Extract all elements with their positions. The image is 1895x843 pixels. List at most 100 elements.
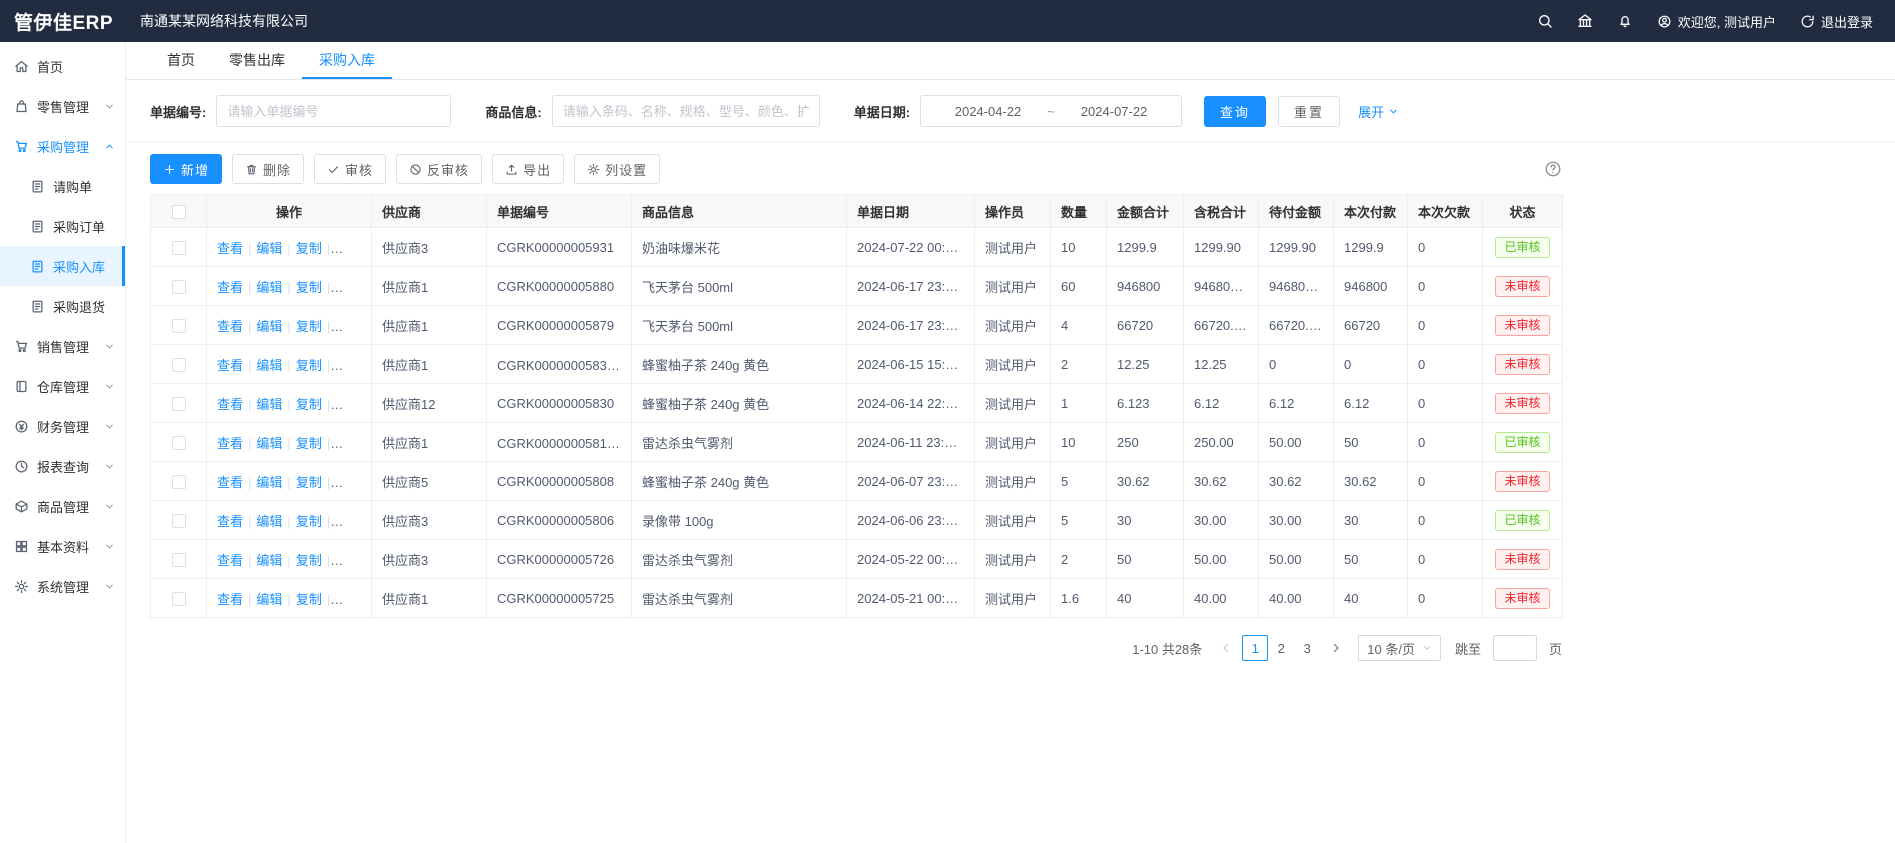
cell-amount-total: 946800 <box>1107 267 1184 306</box>
row-action-edit[interactable]: 编辑 <box>256 553 282 568</box>
bill-no-input[interactable] <box>216 95 451 127</box>
row-action-view[interactable]: 查看 <box>217 319 243 334</box>
row-action-view[interactable]: 查看 <box>217 241 243 256</box>
row-checkbox[interactable] <box>172 397 186 411</box>
row-checkbox[interactable] <box>172 475 186 489</box>
row-action-copy[interactable]: 复制 <box>296 358 322 373</box>
row-action-view[interactable]: 查看 <box>217 397 243 412</box>
row-action-view[interactable]: 查看 <box>217 592 243 607</box>
bell-icon[interactable] <box>1617 13 1633 29</box>
export-button[interactable]: 导出 <box>492 154 564 184</box>
row-checkbox[interactable] <box>172 358 186 372</box>
row-action-edit[interactable]: 编辑 <box>256 241 282 256</box>
row-action-copy[interactable]: 复制 <box>296 319 322 334</box>
reset-button[interactable]: 重置 <box>1278 96 1340 127</box>
row-action-edit[interactable]: 编辑 <box>256 475 282 490</box>
row-checkbox[interactable] <box>172 514 186 528</box>
tab-purchase-inbound[interactable]: 采购入库 <box>302 42 392 79</box>
row-action-copy[interactable]: 复制 <box>296 241 322 256</box>
cell-operator: 测试用户 <box>975 384 1051 423</box>
row-action-edit[interactable]: 编辑 <box>256 358 282 373</box>
select-all-checkbox[interactable] <box>172 205 186 219</box>
table-row: 查看|编辑|复制|删除 供应商3 CGRK00000005806 录像带 100… <box>151 501 1563 540</box>
row-action-view[interactable]: 查看 <box>217 358 243 373</box>
welcome-user[interactable]: 欢迎您, 测试用户 <box>1657 12 1776 31</box>
sidebar-item-sales[interactable]: 销售管理 <box>0 326 125 366</box>
row-action-edit[interactable]: 编辑 <box>256 319 282 334</box>
date-to-value[interactable]: 2024-07-22 <box>1081 104 1148 119</box>
row-action-copy[interactable]: 复制 <box>296 592 322 607</box>
audit-button[interactable]: 审核 <box>314 154 386 184</box>
row-checkbox[interactable] <box>172 280 186 294</box>
sidebar-item-purchase-order[interactable]: 采购订单 <box>0 206 125 246</box>
row-action-edit[interactable]: 编辑 <box>256 436 282 451</box>
cell-paid-amount: 30 <box>1334 501 1408 540</box>
sidebar-item-warehouse[interactable]: 仓库管理 <box>0 366 125 406</box>
jump-page-input[interactable] <box>1493 635 1537 661</box>
search-icon[interactable] <box>1537 13 1553 29</box>
sidebar-item-retail[interactable]: 零售管理 <box>0 86 125 126</box>
column-header: 金额合计 <box>1107 195 1184 228</box>
cell-status: 未审核 <box>1483 579 1563 618</box>
row-action-edit[interactable]: 编辑 <box>256 397 282 412</box>
row-action-copy[interactable]: 复制 <box>296 280 322 295</box>
tab-retail-outbound[interactable]: 零售出库 <box>212 42 302 79</box>
sidebar-item-purchase-inbound[interactable]: 采购入库 <box>0 246 125 286</box>
product-info-input[interactable] <box>552 95 820 127</box>
help-icon[interactable] <box>1544 160 1562 178</box>
unaudit-button[interactable]: 反审核 <box>396 154 482 184</box>
row-action-edit[interactable]: 编辑 <box>256 592 282 607</box>
cell-tax-total: 40.00 <box>1184 579 1259 618</box>
page-button-3[interactable]: 3 <box>1294 635 1320 661</box>
row-action-view[interactable]: 查看 <box>217 553 243 568</box>
page-button-1[interactable]: 1 <box>1242 635 1268 661</box>
action-separator: | <box>248 436 251 451</box>
prev-page-button[interactable] <box>1216 642 1236 654</box>
bank-icon[interactable] <box>1577 13 1593 29</box>
row-action-copy[interactable]: 复制 <box>296 514 322 529</box>
row-action-copy[interactable]: 复制 <box>296 475 322 490</box>
tab-home[interactable]: 首页 <box>150 42 212 79</box>
row-checkbox[interactable] <box>172 241 186 255</box>
cell-amount-total: 250 <box>1107 423 1184 462</box>
date-range-picker[interactable]: 2024-04-22 ~ 2024-07-22 <box>920 95 1182 127</box>
sidebar-item-reports[interactable]: 报表查询 <box>0 446 125 486</box>
logout-button[interactable]: 退出登录 <box>1800 12 1873 31</box>
sidebar-item-purchase-request[interactable]: 请购单 <box>0 166 125 206</box>
sidebar-item-home[interactable]: 首页 <box>0 46 125 86</box>
add-button[interactable]: 新增 <box>150 154 222 184</box>
cell-product-info: 雷达杀虫气雾剂 <box>632 423 847 462</box>
sidebar-item-purchase-return[interactable]: 采购退货 <box>0 286 125 326</box>
row-action-view[interactable]: 查看 <box>217 280 243 295</box>
row-action-edit[interactable]: 编辑 <box>256 514 282 529</box>
row-checkbox[interactable] <box>172 436 186 450</box>
page-button-2[interactable]: 2 <box>1268 635 1294 661</box>
sidebar-item-purchase[interactable]: 采购管理 <box>0 126 125 166</box>
row-action-copy[interactable]: 复制 <box>296 436 322 451</box>
next-page-button[interactable] <box>1326 642 1346 654</box>
sidebar-item-finance[interactable]: 财务管理 <box>0 406 125 446</box>
row-action-view[interactable]: 查看 <box>217 514 243 529</box>
status-badge: 已审核 <box>1495 432 1549 453</box>
page-size-select[interactable]: 10 条/页 <box>1358 635 1441 661</box>
page-buttons: 123 <box>1242 635 1320 661</box>
row-action-copy[interactable]: 复制 <box>296 397 322 412</box>
delete-button[interactable]: 删除 <box>232 154 304 184</box>
search-button[interactable]: 查询 <box>1204 96 1266 127</box>
expand-link[interactable]: 展开 <box>1358 102 1399 121</box>
row-action-copy[interactable]: 复制 <box>296 553 322 568</box>
status-badge: 未审核 <box>1495 393 1549 414</box>
row-checkbox[interactable] <box>172 319 186 333</box>
row-action-view[interactable]: 查看 <box>217 475 243 490</box>
row-action-edit[interactable]: 编辑 <box>256 280 282 295</box>
row-checkbox[interactable] <box>172 553 186 567</box>
clock-icon <box>14 459 29 474</box>
sidebar-item-system[interactable]: 系统管理 <box>0 566 125 606</box>
sidebar-item-basic-data[interactable]: 基本资料 <box>0 526 125 566</box>
row-checkbox[interactable] <box>172 592 186 606</box>
cell-product-info: 奶油味爆米花 <box>632 228 847 267</box>
sidebar-item-products[interactable]: 商品管理 <box>0 486 125 526</box>
column-settings-button[interactable]: 列设置 <box>574 154 660 184</box>
date-from-value[interactable]: 2024-04-22 <box>955 104 1022 119</box>
row-action-view[interactable]: 查看 <box>217 436 243 451</box>
